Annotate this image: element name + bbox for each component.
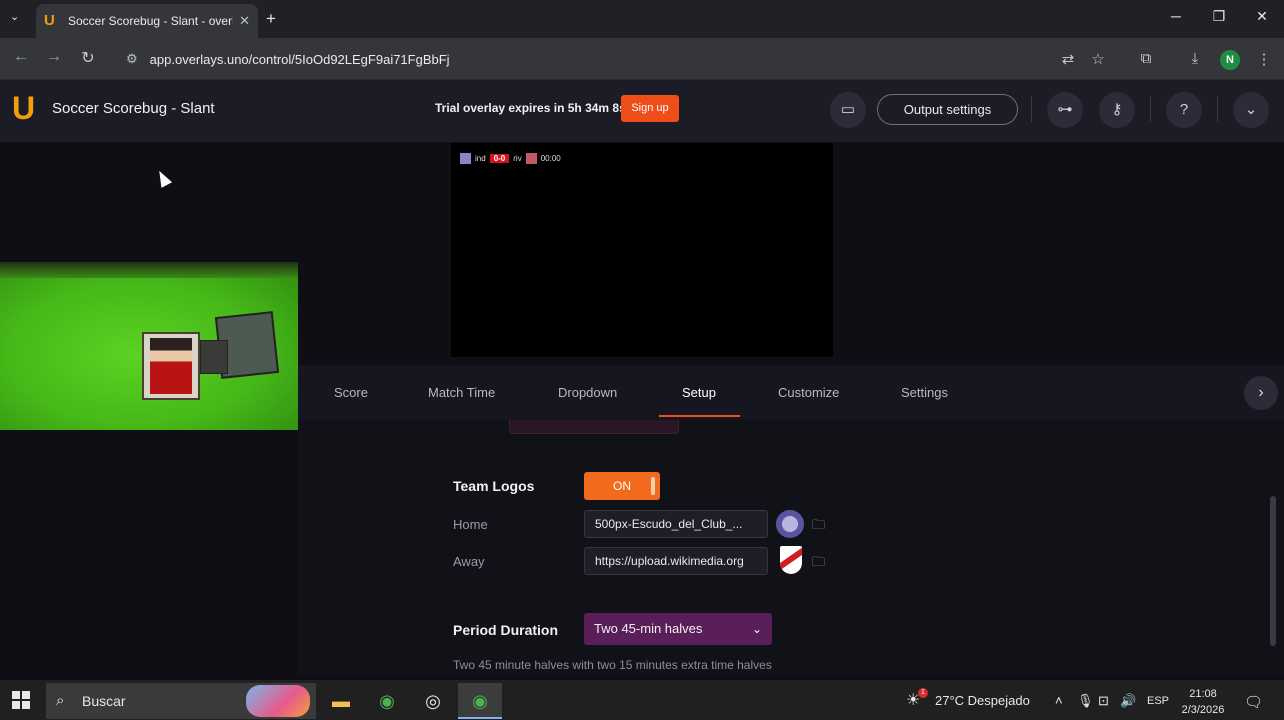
reload-icon[interactable]: ↻ — [78, 48, 98, 68]
monitor-icon[interactable]: ▭ — [830, 92, 866, 128]
team-logos-toggle[interactable]: ON — [584, 472, 660, 500]
window-close-button[interactable]: ✕ — [1252, 8, 1272, 25]
tab-customize[interactable]: Customize — [778, 385, 839, 400]
match-clock: 00:00 — [540, 153, 561, 163]
home-crest-icon — [776, 510, 804, 538]
toggle-label: ON — [613, 479, 631, 493]
home-logo-input[interactable]: 500px-Escudo_del_Club_... — [584, 510, 768, 538]
browser-tab[interactable]: U Soccer Scorebug - Slant - overl ✕ — [36, 4, 258, 38]
weather-badge: 1 — [918, 688, 928, 698]
overlays-logo[interactable]: U — [12, 92, 44, 124]
search-highlight-art — [246, 685, 310, 717]
folder-icon[interactable]: 🗀 — [812, 516, 825, 538]
chevron-down-icon: ⌄ — [751, 622, 762, 636]
period-duration-value: Two 45-min halves — [594, 621, 703, 636]
clock-time: 21:08 — [1189, 688, 1217, 700]
home-logo-thumbnail — [460, 152, 471, 164]
search-icon: ⌕ — [56, 692, 65, 709]
away-logo-label: Away — [453, 554, 485, 569]
site-settings-icon[interactable]: ⚙ — [126, 51, 138, 67]
tab-close-icon[interactable]: ✕ — [239, 13, 250, 29]
header-divider — [1031, 96, 1032, 122]
period-description: Two 45 minute halves with two 15 minutes… — [453, 658, 772, 672]
home-team-abbr: ind — [475, 153, 486, 163]
browser-tab-title: Soccer Scorebug - Slant - overl — [68, 14, 234, 28]
overlay-preview — [451, 143, 833, 357]
content-scrollbar[interactable] — [1270, 496, 1276, 646]
sign-up-button[interactable]: Sign up — [621, 95, 679, 122]
tab-search-chevron-icon[interactable]: ⌄ — [10, 10, 19, 23]
overlay-title: Soccer Scorebug - Slant — [52, 100, 215, 117]
home-logo-label: Home — [453, 517, 488, 532]
mouse-cursor-icon — [153, 168, 173, 188]
output-settings-button[interactable]: Output settings — [877, 94, 1018, 125]
network-icon[interactable]: ⊡ — [1098, 693, 1109, 709]
tab-settings[interactable]: Settings — [901, 385, 948, 400]
gamepad-icon[interactable]: ⊶ — [1047, 92, 1083, 128]
tab-setup[interactable]: Setup — [682, 385, 716, 400]
obs-icon[interactable]: ◎ — [418, 686, 448, 716]
notifications-icon[interactable]: 🗨 — [1244, 693, 1263, 711]
forward-arrow-icon[interactable]: → — [44, 48, 64, 66]
input-language[interactable]: ESP — [1147, 695, 1169, 707]
chrome-icon[interactable]: ◉ — [372, 686, 402, 716]
download-icon[interactable]: ⤓ — [1185, 50, 1205, 67]
bookmark-star-icon[interactable]: ☆ — [1088, 50, 1108, 68]
window-restore-button[interactable]: ❐ — [1209, 8, 1229, 25]
active-tab-indicator — [659, 415, 740, 417]
trial-expiry-text: Trial overlay expires in 5h 34m 8s — [435, 101, 626, 115]
address-bar[interactable]: ⚙ app.overlays.uno/control/5IoOd92LEgF9a… — [112, 45, 1042, 73]
volume-icon[interactable]: 🔊 — [1120, 693, 1136, 709]
scorebug-preview: ind 0-0 riv 00:00 — [460, 152, 561, 164]
tray-overflow-chevron-icon[interactable]: ˄ — [1055, 693, 1063, 708]
header-divider — [1150, 96, 1151, 122]
overlays-favicon-icon: U — [44, 12, 55, 29]
team-logos-heading: Team Logos — [453, 478, 535, 494]
toggle-knob — [651, 477, 655, 495]
key-icon[interactable]: ⚷ — [1099, 92, 1135, 128]
away-crest-icon — [780, 546, 802, 574]
taskbar-search-placeholder: Buscar — [82, 693, 126, 709]
away-logo-input[interactable]: https://upload.wikimedia.org — [584, 547, 768, 575]
extensions-icon[interactable]: ⧉ — [1136, 50, 1156, 67]
browser-menu-icon[interactable]: ⋮ — [1254, 50, 1274, 68]
help-button[interactable]: ? — [1166, 92, 1202, 128]
taskbar-clock[interactable]: 21:08 2/3/2026 — [1176, 686, 1230, 718]
url-text: app.overlays.uno/control/5IoOd92LEgF9ai7… — [149, 51, 450, 67]
tabs-next-chevron-icon[interactable]: › — [1244, 376, 1278, 410]
translate-icon[interactable]: ⇄ — [1058, 50, 1078, 68]
microphone-icon[interactable]: 🎙 — [1077, 693, 1094, 709]
folder-icon[interactable]: 🗀 — [812, 553, 825, 575]
period-duration-select[interactable]: Two 45-min halves ⌄ — [584, 613, 772, 645]
header-divider — [1217, 96, 1218, 122]
period-duration-heading: Period Duration — [453, 622, 559, 638]
file-explorer-icon[interactable]: ▬ — [326, 686, 356, 716]
new-tab-button[interactable]: + — [266, 9, 276, 29]
away-team-abbr: riv — [513, 153, 522, 163]
wall-poster — [200, 340, 228, 374]
tab-score[interactable]: Score — [334, 385, 368, 400]
profile-avatar[interactable]: N — [1220, 50, 1240, 70]
chevron-down-icon[interactable]: ⌄ — [1233, 92, 1269, 128]
scrolled-field[interactable] — [509, 420, 679, 434]
away-logo-thumbnail — [525, 152, 537, 164]
window-minimize-button[interactable]: ─ — [1166, 8, 1186, 24]
weather-text[interactable]: 27°C Despejado — [935, 693, 1030, 708]
back-arrow-icon[interactable]: ← — [11, 48, 31, 66]
windows-start-icon[interactable] — [12, 691, 30, 709]
score-display: 0-0 — [489, 153, 510, 163]
chrome-profile-icon: ◉ — [472, 691, 488, 711]
clock-date: 2/3/2026 — [1181, 704, 1225, 716]
player-photo — [150, 338, 192, 394]
tab-match-time[interactable]: Match Time — [428, 385, 495, 400]
tab-dropdown[interactable]: Dropdown — [558, 385, 617, 400]
webcam-ceiling — [0, 262, 298, 278]
